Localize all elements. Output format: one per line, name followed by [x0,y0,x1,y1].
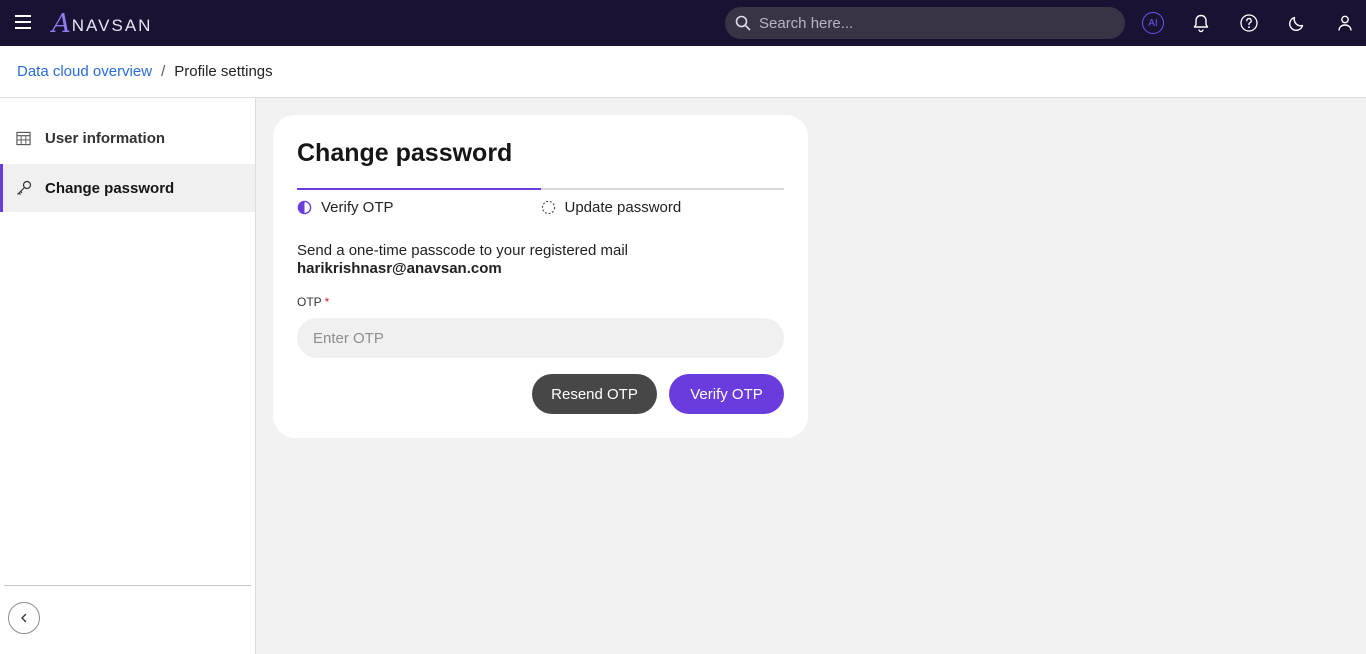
key-icon [16,180,32,196]
user-profile-button[interactable] [1333,11,1357,35]
sidebar-collapse-button[interactable] [8,602,40,634]
sidebar-item-user-information[interactable]: User information [0,114,255,162]
top-navigation-bar: A NAVSAN AI [0,0,1366,46]
sidebar-item-label: Change password [45,179,175,197]
otp-input[interactable] [297,318,784,358]
hamburger-icon[interactable] [15,15,33,31]
bell-icon [1193,14,1209,33]
search-input[interactable] [759,14,1099,32]
step-bar [540,188,784,190]
breadcrumb-current-page: Profile settings [174,63,273,80]
help-icon [1240,14,1258,32]
progress-indicator: Verify OTP Update password [297,188,784,220]
required-asterisk: * [324,295,330,309]
ai-assistant-button[interactable]: AI [1141,11,1165,35]
search-bar[interactable] [725,7,1125,39]
ai-icon: AI [1142,12,1164,34]
top-icon-group: AI [1141,11,1357,35]
otp-field-label: OTP * [297,295,329,309]
step-update-password[interactable]: Update password [540,188,784,220]
chevron-left-icon [21,613,27,623]
sidebar-item-label: User information [45,129,166,147]
breadcrumb: Data cloud overview / Profile settings [0,46,1366,98]
search-icon [735,15,751,31]
help-button[interactable] [1237,11,1261,35]
sidebar-divider [4,585,251,586]
dashed-circle-icon [541,200,555,215]
sidebar-item-change-password[interactable]: Change password [0,164,255,212]
resend-otp-button[interactable]: Resend OTP [532,374,657,414]
app-logo[interactable]: A NAVSAN [52,9,153,39]
page-title: Change password [297,139,513,167]
otp-description-text: Send a one-time passcode to your registe… [297,242,629,259]
logo-letter: A [52,9,71,39]
step-verify-otp[interactable]: Verify OTP [297,188,541,220]
sidebar: User information Change password [0,98,256,654]
step-bar [297,188,541,190]
otp-description: Send a one-time passcode to your registe… [297,242,628,278]
theme-toggle-button[interactable] [1285,11,1309,35]
step-label: Verify OTP [321,199,394,216]
step-label-row: Update password [541,199,682,216]
otp-label-text: OTP [297,295,322,309]
verify-otp-button[interactable]: Verify OTP [669,374,784,414]
step-label-row: Verify OTP [297,199,394,216]
notifications-button[interactable] [1189,11,1213,35]
breadcrumb-separator: / [161,63,166,80]
user-icon [1338,15,1352,31]
logo-text: NAVSAN [71,16,153,35]
registered-email: harikrishnasr@anavsan.com [297,260,502,277]
half-circle-icon [297,200,312,215]
step-label: Update password [564,199,682,216]
change-password-card: Change password Verify OTP Update passwo… [273,115,808,438]
breadcrumb-link-data-cloud-overview[interactable]: Data cloud overview [17,63,152,80]
calendar-icon [16,130,32,146]
moon-icon [1289,16,1304,31]
